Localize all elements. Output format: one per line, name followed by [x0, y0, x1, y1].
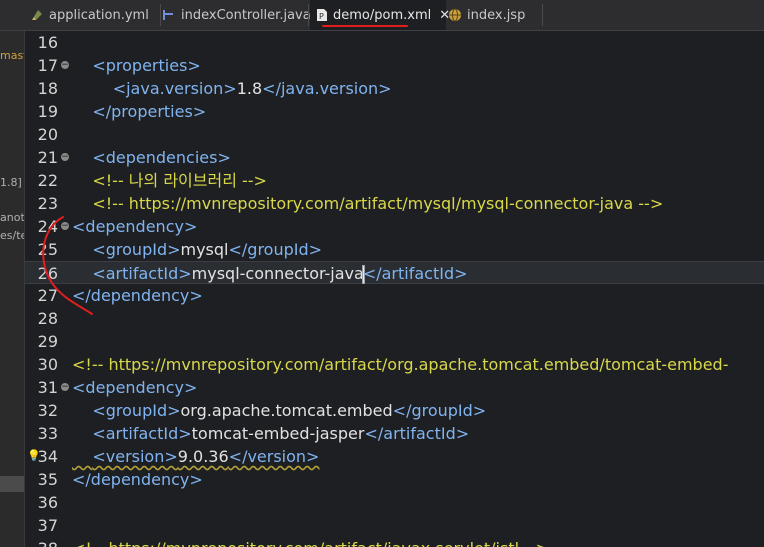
code-text: <java.version>1.8</java.version> [112, 79, 392, 98]
tab-indexcontroller-java[interactable]: indexController.java [162, 0, 311, 30]
code-text: <dependency> [72, 217, 198, 236]
code-line[interactable]: 32 <groupId>org.apache.tomcat.embed</gro… [25, 399, 764, 422]
code-line[interactable]: 22 <!-- 나의 라이브러리 --> [25, 169, 764, 192]
code-text: <dependency> [72, 378, 198, 397]
line-number: 16 [37, 33, 58, 52]
line-number: 32 [37, 401, 58, 420]
explorer-fragment: 1.8] [0, 176, 22, 189]
line-number: 36 [37, 493, 58, 512]
code-text: </dependency> [72, 286, 203, 305]
code-text: <!-- https://mvnrepository.com/artifact/… [72, 537, 549, 547]
xml-file-icon: P [316, 8, 328, 22]
line-number: 27 [37, 286, 58, 305]
line-number: 24 [37, 217, 58, 236]
line-number: 38 [25, 537, 58, 547]
tab-index-jsp[interactable]: index.jsp [448, 0, 525, 30]
code-line[interactable]: 28 [25, 307, 764, 330]
code-text: <groupId>org.apache.tomcat.embed</groupI… [92, 401, 487, 420]
code-line[interactable]: 38 <!-- https://mvnrepository.com/artifac… [25, 537, 764, 547]
line-number: 31 [37, 378, 58, 397]
code-line[interactable]: 35 </dependency> [25, 468, 764, 491]
code-line[interactable]: 37 [25, 514, 764, 537]
line-number: 28 [37, 309, 58, 328]
code-text: <!-- https://mvnrepository.com/artifact/… [72, 355, 729, 374]
line-number: 30 [37, 355, 58, 374]
code-line[interactable]: 25 <groupId>mysql</groupId> [25, 238, 764, 261]
java-file-icon [162, 8, 176, 22]
code-line[interactable]: 31− <dependency> [25, 376, 764, 399]
code-line[interactable]: 16 [25, 31, 764, 54]
tab-label: indexController.java [181, 7, 311, 23]
code-text: <artifactId>tomcat-embed-jasper</artifac… [92, 424, 470, 443]
code-line[interactable]: 17− <properties> [25, 54, 764, 77]
code-line[interactable]: 26 <artifactId>mysql-connector-java</art… [25, 261, 764, 284]
code-text: <!-- https://mvnrepository.com/artifact/… [72, 194, 664, 213]
line-number: 19 [37, 102, 58, 121]
tab-divider [308, 4, 309, 26]
tab-application-yml[interactable]: application.yml [30, 0, 149, 30]
line-number: 20 [37, 125, 58, 144]
jsp-globe-icon [448, 8, 462, 22]
code-text: <groupId>mysql</groupId> [92, 240, 323, 259]
tab-label: demo/pom.xml [333, 7, 432, 23]
fold-toggle-icon[interactable]: − [61, 222, 69, 231]
code-line[interactable]: 19 </properties> [25, 100, 764, 123]
line-number: 35 [37, 470, 58, 489]
line-number: 23 [37, 194, 58, 213]
code-line[interactable]: 21− <dependencies> [25, 146, 764, 169]
explorer-fragment: es/te [0, 229, 24, 242]
line-number: 37 [37, 516, 58, 535]
line-number: 33 [37, 424, 58, 443]
code-line[interactable]: 29 [25, 330, 764, 353]
code-text: <properties> [92, 56, 201, 75]
explorer-fragment: anota [0, 211, 24, 224]
yaml-file-icon [30, 8, 44, 22]
code-text: <artifactId>mysql-connector-java</artifa… [92, 264, 468, 284]
editor-tab-bar: application.yml indexController.java P d… [0, 0, 764, 31]
tab-divider [160, 4, 161, 26]
line-number: 25 [37, 240, 58, 259]
line-number: 18 [37, 79, 58, 98]
tab-label: index.jsp [467, 7, 526, 23]
fold-toggle-icon[interactable]: − [61, 383, 69, 392]
explorer-selection [0, 476, 24, 492]
tab-label: application.yml [49, 7, 149, 23]
lightbulb-icon[interactable]: 💡 [27, 449, 41, 462]
code-text: <version>9.0.36</version> [92, 447, 320, 466]
code-line[interactable]: 23 <!-- https://mvnrepository.com/artifa… [25, 192, 764, 215]
svg-text:P: P [319, 12, 324, 21]
code-line[interactable]: 24− <dependency> [25, 215, 764, 238]
code-line[interactable]: 30 <!-- https://mvnrepository.com/artifac… [25, 353, 764, 376]
code-line[interactable]: 18 <java.version>1.8</java.version> [25, 77, 764, 100]
line-number: 17 [37, 56, 58, 75]
project-explorer-edge: mast 1.8] anota es/te [0, 31, 24, 547]
code-text: </dependency> [72, 470, 203, 489]
code-line[interactable]: 20 [25, 123, 764, 146]
red-underline-annotation [322, 25, 408, 27]
explorer-fragment: mast [0, 49, 24, 62]
line-number: 29 [37, 332, 58, 351]
code-line[interactable]: 33 <artifactId>tomcat-embed-jasper</arti… [25, 422, 764, 445]
code-text: </properties> [92, 102, 207, 121]
code-line[interactable]: 27 </dependency> [25, 284, 764, 307]
line-number: 22 [37, 171, 58, 190]
code-editor[interactable]: 16 17− <properties> 18 <java.version>1.8</… [25, 31, 764, 547]
code-line[interactable]: 34 💡 <version>9.0.36</version> [25, 445, 764, 468]
tab-divider [542, 4, 543, 26]
line-number: 26 [37, 264, 58, 283]
code-line[interactable]: 36 [25, 491, 764, 514]
line-number: 21 [37, 148, 58, 167]
code-text: <dependencies> [92, 148, 231, 167]
fold-toggle-icon[interactable]: − [61, 153, 69, 162]
code-text: <!-- 나의 라이브러리 --> [72, 171, 267, 190]
fold-toggle-icon[interactable]: − [61, 61, 69, 70]
